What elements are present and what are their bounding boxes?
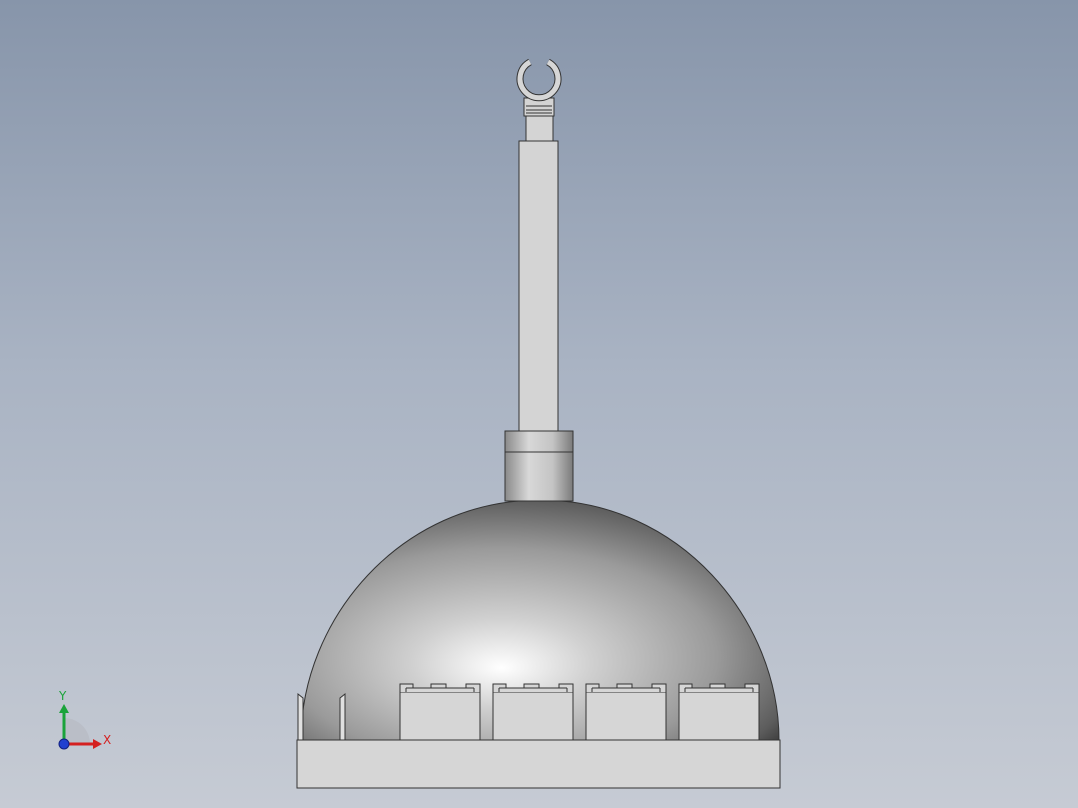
connector-block-2[interactable] [492, 683, 574, 741]
connector-block-4[interactable] [678, 683, 760, 741]
y-axis-arrow-icon [59, 704, 69, 713]
triad-quadrant [64, 718, 90, 744]
mast[interactable] [518, 140, 559, 432]
collar[interactable] [504, 430, 574, 502]
3d-viewport[interactable]: Y X [0, 0, 1078, 808]
connector-block-1[interactable] [399, 683, 481, 741]
base-plate[interactable] [296, 739, 781, 789]
top-adapter[interactable] [523, 97, 555, 142]
left-post-1[interactable] [297, 692, 304, 741]
top-ring[interactable] [516, 58, 562, 102]
x-axis-arrow-icon [93, 739, 102, 749]
z-axis-dot-icon [58, 738, 70, 750]
axis-triad[interactable]: Y X [58, 689, 111, 750]
connector-block-3[interactable] [585, 683, 667, 741]
left-post-2[interactable] [339, 692, 346, 741]
x-axis-label: X [103, 733, 111, 747]
model-scene[interactable]: Y X [0, 0, 1078, 808]
y-axis-label: Y [58, 689, 67, 703]
